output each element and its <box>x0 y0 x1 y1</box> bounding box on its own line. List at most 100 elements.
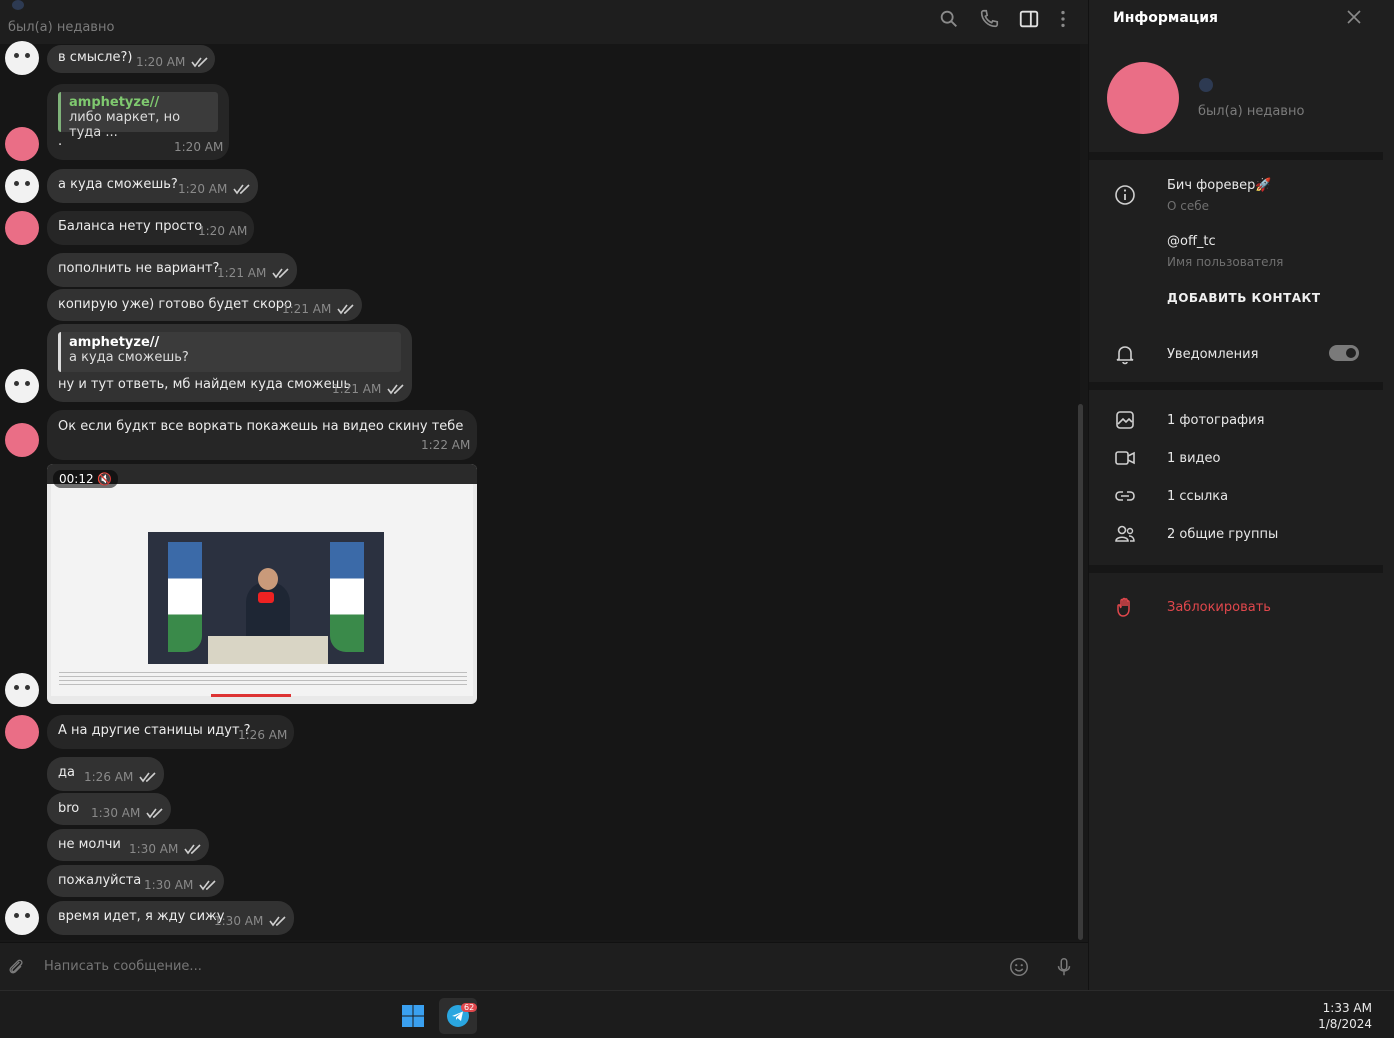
chat-scrollbar[interactable] <box>1078 404 1083 940</box>
message-composer <box>0 942 1088 990</box>
message-time: 1:20 AM <box>174 140 224 154</box>
divider <box>1089 152 1383 160</box>
message-bubble[interactable]: да 1:26 AM <box>47 757 164 791</box>
avatar[interactable] <box>5 901 39 935</box>
profile-about: Бич форевер🚀 <box>1167 178 1272 193</box>
avatar[interactable] <box>5 127 39 161</box>
avatar[interactable] <box>5 169 39 203</box>
attach-icon[interactable] <box>6 957 26 977</box>
message-bubble[interactable]: в смысле?) 1:20 AM <box>47 45 215 73</box>
video-icon <box>1115 451 1135 465</box>
play-icon[interactable] <box>258 592 274 603</box>
read-ticks-icon <box>233 184 250 195</box>
message-time: 1:20 AM <box>198 224 248 238</box>
message-bubble[interactable]: время идет, я жду сижу 1:30 AM <box>47 901 294 935</box>
read-ticks-icon <box>139 772 156 783</box>
bell-icon <box>1116 346 1134 365</box>
phone-icon[interactable] <box>978 8 1000 30</box>
avatar[interactable] <box>5 211 39 245</box>
message-bubble[interactable]: пополнить не вариант? 1:21 AM <box>47 253 297 287</box>
sidebar-toggle-icon[interactable] <box>1018 8 1040 30</box>
windows-start-icon[interactable] <box>401 1004 425 1028</box>
info-icon <box>1115 185 1135 205</box>
message-text: . <box>58 134 63 149</box>
message-time: 1:26 AM <box>84 770 134 784</box>
message-bubble[interactable]: Ок если будкт все воркать покажешь на ви… <box>47 410 477 460</box>
message-input[interactable] <box>44 959 944 974</box>
avatar[interactable] <box>5 673 39 707</box>
photo-icon <box>1116 411 1134 429</box>
profile-name-emoji <box>1199 78 1213 92</box>
common-groups-link[interactable]: 2 общие группы <box>1167 527 1278 542</box>
profile-avatar[interactable] <box>1107 62 1179 134</box>
block-hand-icon <box>1117 597 1130 617</box>
microphone-icon[interactable] <box>1053 955 1075 979</box>
clock-date[interactable]: 1/8/2024 <box>1318 1017 1372 1031</box>
message-time: 1:30 AM <box>91 806 141 820</box>
quote-author: amphetyze// <box>69 335 160 350</box>
quote-author: amphetyze// <box>69 95 160 110</box>
notifications-label: Уведомления <box>1167 347 1259 362</box>
quote-text: либо маркет, но туда ... <box>69 110 181 140</box>
info-title: Информация <box>1113 10 1218 26</box>
shared-photos-link[interactable]: 1 фотография <box>1167 413 1264 428</box>
message-text: копирую уже) готово будет скоро <box>58 297 292 312</box>
message-text: А на другие станицы идут ? <box>58 723 251 738</box>
read-ticks-icon <box>272 268 289 279</box>
add-contact-button[interactable]: ДОБАВИТЬ КОНТАКТ <box>1167 291 1321 305</box>
message-time: 1:21 AM <box>217 266 267 280</box>
telegram-taskbar-button[interactable]: 62 <box>439 998 478 1034</box>
notifications-toggle[interactable] <box>1329 345 1359 361</box>
avatar[interactable] <box>5 715 39 749</box>
chat-status: был(а) недавно <box>8 20 115 35</box>
read-ticks-icon <box>387 384 404 395</box>
chat-header: был(а) недавно <box>0 0 1088 44</box>
message-text: да <box>58 765 75 780</box>
message-time: 1:26 AM <box>238 728 288 742</box>
reply-quote[interactable]: amphetyze// либо маркет, но туда ... <box>58 92 218 140</box>
message-time: 1:20 AM <box>178 182 228 196</box>
message-text: Ок если будкт все воркать покажешь на ви… <box>58 419 464 434</box>
avatar[interactable] <box>5 423 39 457</box>
avatar[interactable] <box>5 41 39 75</box>
message-text: Баланса нету просто <box>58 219 203 234</box>
message-bubble[interactable]: копирую уже) готово будет скоро 1:21 AM <box>47 289 362 321</box>
reply-quote[interactable]: amphetyze// а куда сможешь? <box>58 332 401 372</box>
read-ticks-icon <box>199 880 216 891</box>
message-bubble[interactable]: а куда сможешь? 1:20 AM <box>47 169 258 203</box>
close-icon[interactable] <box>1345 8 1363 26</box>
message-text: пополнить не вариант? <box>58 261 220 276</box>
message-bubble[interactable]: amphetyze// а куда сможешь? ну и тут отв… <box>47 324 412 402</box>
message-bubble[interactable]: bro 1:30 AM <box>47 793 171 825</box>
video-duration: 00:12 <box>59 472 94 486</box>
message-time: 1:30 AM <box>144 878 194 892</box>
avatar[interactable] <box>5 369 39 403</box>
message-bubble[interactable]: amphetyze// либо маркет, но туда ... . 1… <box>47 84 229 160</box>
video-duration-badge[interactable]: 00:12 🔇 <box>53 470 119 488</box>
block-user-button[interactable]: Заблокировать <box>1167 600 1271 615</box>
message-time: 1:21 AM <box>332 382 382 396</box>
clock-time[interactable]: 1:33 AM <box>1323 1001 1372 1015</box>
more-icon[interactable] <box>1052 8 1074 30</box>
muted-icon[interactable]: 🔇 <box>97 472 112 486</box>
shared-links-link[interactable]: 1 ссылка <box>1167 489 1228 504</box>
message-text: а куда сможешь? <box>58 177 178 192</box>
message-bubble[interactable]: А на другие станицы идут ? 1:26 AM <box>47 715 294 749</box>
video-page <box>51 484 473 697</box>
divider <box>1089 565 1383 573</box>
telegram-window: был(а) недавно в смысле?) 1:20 AM amphet… <box>0 0 1394 1038</box>
read-ticks-icon <box>269 916 286 927</box>
taskbar: 62 1:33 AM 1/8/2024 <box>0 990 1394 1038</box>
message-text: в смысле?) <box>58 50 133 65</box>
shared-videos-link[interactable]: 1 видео <box>1167 451 1220 466</box>
message-bubble[interactable]: Баланса нету просто 1:20 AM <box>47 211 254 245</box>
message-time: 1:30 AM <box>214 914 264 928</box>
message-text: не молчи <box>58 837 121 852</box>
profile-username[interactable]: @off_tc <box>1167 234 1216 249</box>
message-bubble[interactable]: пожалуйста 1:30 AM <box>47 865 224 897</box>
video-message[interactable]: 00:12 🔇 <box>47 464 477 704</box>
emoji-icon[interactable] <box>1008 956 1030 978</box>
message-text: время идет, я жду сижу <box>58 909 225 924</box>
message-bubble[interactable]: не молчи 1:30 AM <box>47 829 209 861</box>
search-icon[interactable] <box>938 8 960 30</box>
